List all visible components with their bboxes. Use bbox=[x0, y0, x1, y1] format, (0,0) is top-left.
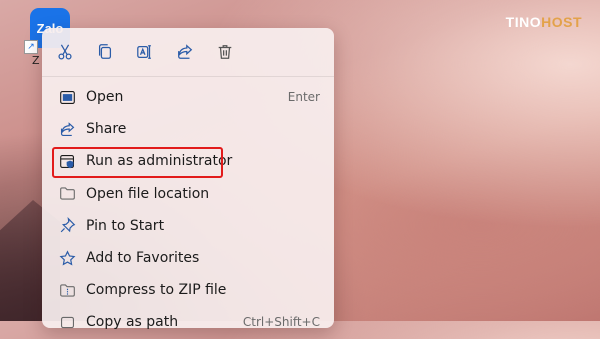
menu-item-label: Copy as path bbox=[86, 314, 179, 331]
context-menu-items: Open Enter Share Run as administrator Op… bbox=[42, 77, 334, 339]
menu-item-label: Add to Favorites bbox=[86, 250, 200, 267]
desktop-icon-label: Z bbox=[32, 54, 40, 67]
menu-item-label: Run as administrator bbox=[86, 153, 233, 170]
menu-item-add-to-favorites[interactable]: Add to Favorites bbox=[42, 242, 334, 274]
watermark-accent: HOST bbox=[541, 14, 582, 30]
share-icon bbox=[57, 119, 77, 139]
folder-icon bbox=[57, 184, 77, 204]
menu-item-label: Pin to Start bbox=[86, 217, 165, 234]
menu-item-open[interactable]: Open Enter bbox=[42, 81, 334, 113]
copy-path-icon bbox=[57, 312, 77, 332]
watermark-logo: TINOHOST bbox=[506, 14, 582, 30]
menu-item-label: Open file location bbox=[86, 185, 210, 202]
menu-item-run-as-administrator[interactable]: Run as administrator bbox=[42, 145, 334, 177]
menu-item-pin-to-start[interactable]: Pin to Start bbox=[42, 210, 334, 242]
rename-button[interactable] bbox=[133, 40, 157, 64]
zip-folder-icon bbox=[57, 280, 77, 300]
menu-item-shortcut: Enter bbox=[287, 90, 320, 105]
cut-button[interactable] bbox=[53, 40, 77, 64]
context-menu-toolbar bbox=[42, 28, 334, 77]
menu-item-label: Open bbox=[86, 89, 124, 106]
menu-item-label: Compress to ZIP file bbox=[86, 282, 227, 299]
copy-icon bbox=[98, 44, 112, 59]
shield-window-icon bbox=[57, 151, 77, 171]
menu-item-copy-as-path[interactable]: Copy as path Ctrl+Shift+C bbox=[42, 306, 334, 338]
context-menu: Open Enter Share Run as administrator Op… bbox=[42, 28, 334, 330]
shortcut-arrow-icon: ↗ bbox=[24, 40, 38, 54]
delete-button[interactable] bbox=[213, 40, 237, 64]
star-icon bbox=[57, 248, 77, 268]
menu-item-label: Share bbox=[86, 121, 127, 138]
open-window-icon bbox=[57, 87, 77, 107]
watermark-main: TINO bbox=[505, 14, 542, 30]
pin-icon bbox=[57, 216, 77, 236]
menu-item-open-file-location[interactable]: Open file location bbox=[42, 178, 334, 210]
menu-item-share[interactable]: Share bbox=[42, 113, 334, 145]
menu-item-shortcut: Ctrl+Shift+C bbox=[242, 315, 320, 330]
share-button[interactable] bbox=[173, 40, 197, 64]
share-icon bbox=[178, 44, 193, 59]
scissors-icon bbox=[58, 44, 72, 60]
copy-button[interactable] bbox=[93, 40, 117, 64]
rename-icon bbox=[137, 45, 151, 59]
trash-icon bbox=[218, 45, 232, 59]
menu-item-compress-to-zip[interactable]: Compress to ZIP file bbox=[42, 274, 334, 306]
